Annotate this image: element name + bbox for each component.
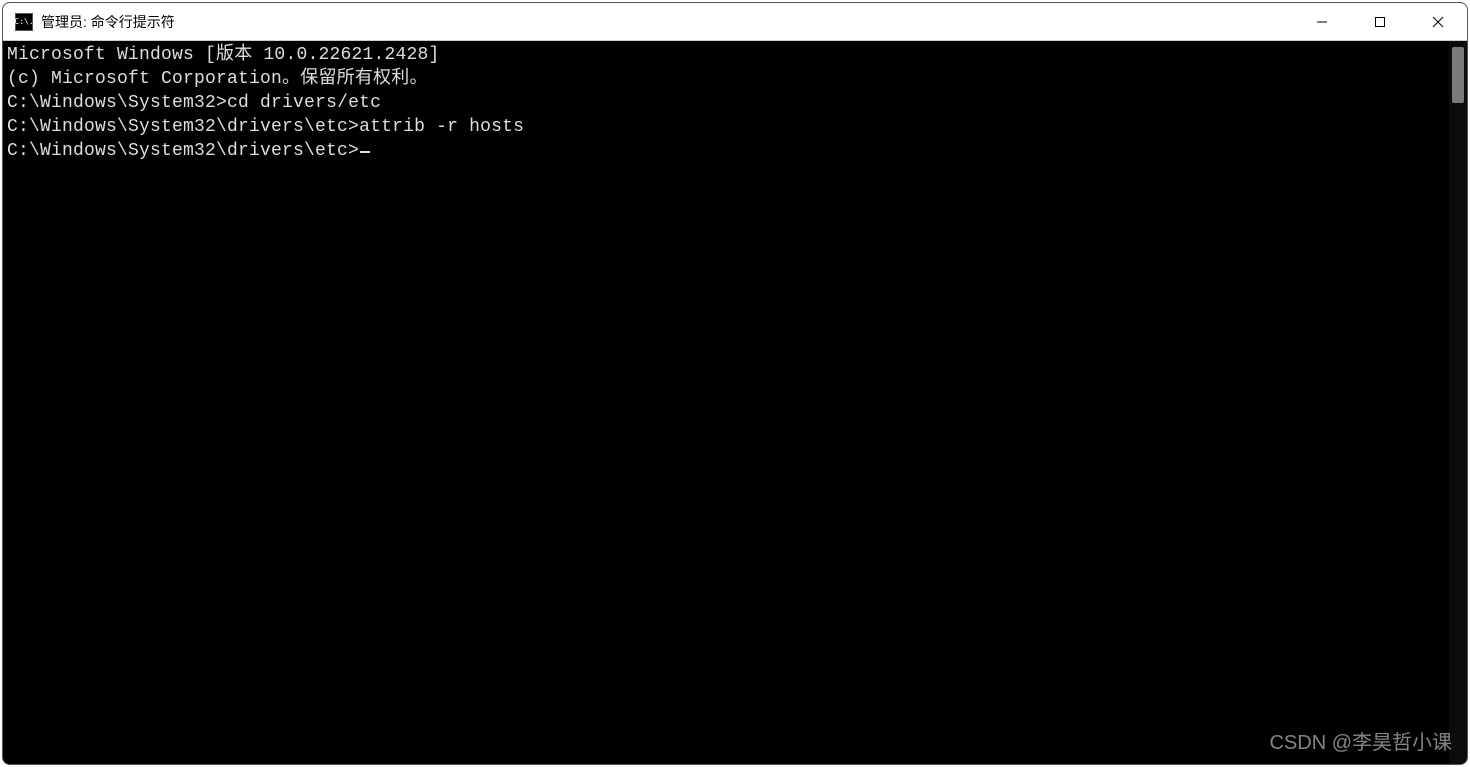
banner-line: (c) Microsoft Corporation。保留所有权利。 xyxy=(7,67,1445,91)
minimize-icon xyxy=(1316,16,1328,28)
window-controls xyxy=(1293,3,1467,40)
cmd-icon-glyph: C:\. xyxy=(14,18,33,26)
cursor-icon xyxy=(360,151,370,153)
scrollbar[interactable] xyxy=(1449,41,1467,764)
prompt-path: C:\Windows\System32> xyxy=(7,93,227,113)
prompt-command: cd drivers/etc xyxy=(227,93,381,113)
prompt-path: C:\Windows\System32\drivers\etc> xyxy=(7,117,359,137)
window-title: 管理员: 命令行提示符 xyxy=(41,12,175,32)
prompt-line: C:\Windows\System32>cd drivers/etc xyxy=(7,91,1445,115)
prompt-path: C:\Windows\System32\drivers\etc> xyxy=(7,141,359,161)
prompt-command: attrib -r hosts xyxy=(359,117,524,137)
cmd-window: C:\. 管理员: 命令行提示符 Microsoft Windows [版本 1… xyxy=(2,2,1468,765)
banner-line: Microsoft Windows [版本 10.0.22621.2428] xyxy=(7,43,1445,67)
close-icon xyxy=(1432,16,1444,28)
titlebar[interactable]: C:\. 管理员: 命令行提示符 xyxy=(3,3,1467,41)
maximize-button[interactable] xyxy=(1351,3,1409,40)
scrollbar-thumb[interactable] xyxy=(1452,47,1464,103)
prompt-line-current: C:\Windows\System32\drivers\etc> xyxy=(7,139,1445,163)
minimize-button[interactable] xyxy=(1293,3,1351,40)
close-button[interactable] xyxy=(1409,3,1467,40)
maximize-icon xyxy=(1374,16,1386,28)
prompt-line: C:\Windows\System32\drivers\etc>attrib -… xyxy=(7,115,1445,139)
cmd-icon: C:\. xyxy=(15,13,33,31)
terminal-area: Microsoft Windows [版本 10.0.22621.2428](c… xyxy=(3,41,1467,764)
terminal-output[interactable]: Microsoft Windows [版本 10.0.22621.2428](c… xyxy=(3,41,1449,764)
